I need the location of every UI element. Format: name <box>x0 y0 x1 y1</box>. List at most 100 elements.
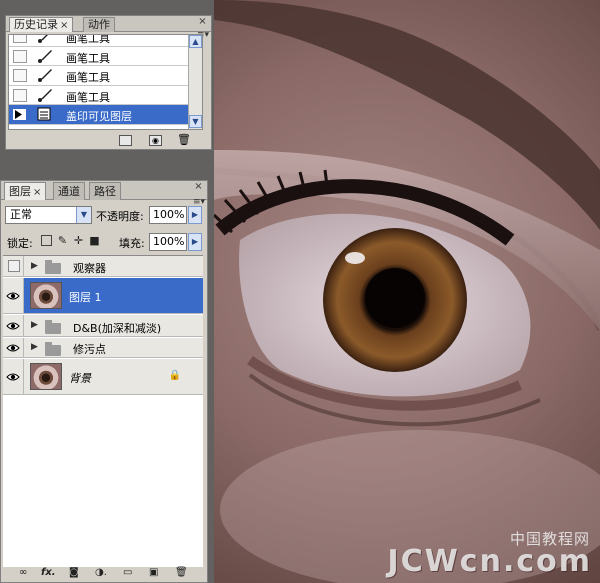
history-item-label: 盖印可见图层 <box>66 110 132 123</box>
history-footer: ◉ 🗑 <box>6 132 211 150</box>
layers-tabs: 图层 × 通道 路径 × <box>1 181 207 200</box>
visibility-toggle[interactable] <box>3 256 24 276</box>
snapshot-camera-icon[interactable]: ◉ <box>149 135 162 146</box>
layer-row-group[interactable]: ▶ 修污点 <box>3 338 203 358</box>
expand-triangle-icon[interactable]: ▶ <box>31 342 38 352</box>
history-item[interactable]: 画笔工具 <box>9 35 202 47</box>
layer-name: 观察器 <box>73 262 106 275</box>
blend-mode-value: 正常 <box>10 208 32 221</box>
folder-icon <box>45 320 61 334</box>
tab-channels[interactable]: 通道 <box>53 182 85 200</box>
visibility-off-icon <box>8 260 20 272</box>
layers-footer: ∞ fx. ◙ ◑. ▭ ▣ 🗑 <box>3 564 203 582</box>
lock-position-icon[interactable]: ✛ <box>73 235 84 246</box>
tab-channels-label: 通道 <box>58 185 80 198</box>
eye-icon <box>6 373 20 381</box>
folder-icon[interactable]: ▭ <box>123 567 132 579</box>
layer-row-group[interactable]: ▶ 观察器 <box>3 256 203 277</box>
lock-all-icon[interactable]: ■ <box>89 235 100 246</box>
history-snapshot-checkbox[interactable] <box>13 69 27 82</box>
eye-icon <box>6 344 20 352</box>
layer-row-selected[interactable]: 图层 1 <box>3 278 203 314</box>
folder-icon <box>45 342 61 356</box>
expand-triangle-icon[interactable]: ▶ <box>31 261 38 271</box>
opacity-input[interactable]: 100% ▶ <box>149 206 202 224</box>
history-scrollbar[interactable]: ▲ ▼ <box>188 35 202 129</box>
tab-paths[interactable]: 路径 <box>89 182 121 200</box>
history-snapshot-checkbox[interactable] <box>13 35 27 43</box>
history-item-label: 画笔工具 <box>66 51 110 65</box>
history-item-label: 画笔工具 <box>66 90 110 104</box>
visibility-toggle[interactable] <box>3 359 24 394</box>
chevron-down-icon: ▼ <box>76 207 91 223</box>
history-item-label: 画笔工具 <box>66 71 110 84</box>
brush-icon <box>37 49 55 65</box>
history-snapshot-checkbox[interactable] <box>13 88 27 102</box>
lock-icon: 🔒 <box>168 370 181 381</box>
layer-row-background[interactable]: 背景 🔒 <box>3 359 203 395</box>
tab-layers[interactable]: 图层 × <box>4 182 47 200</box>
watermark-cn: 中国教程网 <box>509 530 590 548</box>
brush-icon <box>37 35 55 45</box>
layer-name: 图层 1 <box>69 291 102 304</box>
tab-layers-label: 图层 <box>9 185 31 198</box>
layer-list-empty-area <box>3 396 203 567</box>
blend-mode-select[interactable]: 正常 ▼ <box>5 206 92 224</box>
scroll-down-icon[interactable]: ▼ <box>189 115 202 128</box>
trash-icon[interactable]: 🗑 <box>177 134 191 146</box>
history-item-selected[interactable]: 盖印可见图层 <box>9 105 202 125</box>
eye-icon <box>6 322 20 330</box>
opacity-value: 100% <box>153 208 185 221</box>
fill-input[interactable]: 100% ▶ <box>149 233 202 251</box>
panel-close-icon[interactable]: × <box>193 182 204 193</box>
opacity-slider-arrow-icon[interactable]: ▶ <box>188 206 202 224</box>
trash-icon[interactable]: 🗑 <box>175 567 188 579</box>
fx-icon[interactable]: fx. <box>41 567 56 579</box>
history-item[interactable]: 画笔工具 <box>9 66 202 86</box>
history-item[interactable]: 画笔工具 <box>9 47 202 66</box>
watermark-en: JCWcn.com <box>387 544 592 579</box>
history-tabs: 历史记录 × 动作 × <box>6 16 211 32</box>
folder-icon <box>45 260 61 274</box>
close-tab-icon[interactable]: × <box>33 187 41 198</box>
tab-history-label: 历史记录 <box>14 18 58 31</box>
layers-panel: 图层 × 通道 路径 × ≡▾ 正常 ▼ 不透明度: 100% ▶ 锁定: ✎ ✛… <box>0 180 208 583</box>
fill-slider-arrow-icon[interactable]: ▶ <box>188 233 202 251</box>
fill-value: 100% <box>153 235 185 248</box>
history-item[interactable]: 画笔工具 <box>9 86 202 105</box>
expand-triangle-icon[interactable]: ▶ <box>31 320 38 330</box>
visibility-toggle[interactable] <box>3 338 24 357</box>
history-state-marker-icon <box>13 108 27 121</box>
layer-thumbnail <box>30 282 62 309</box>
tab-history[interactable]: 历史记录 × <box>9 17 74 32</box>
eye-icon <box>6 292 20 300</box>
history-snapshot-checkbox[interactable] <box>13 49 27 63</box>
mask-icon[interactable]: ◙ <box>69 567 79 579</box>
close-tab-icon[interactable]: × <box>60 20 68 31</box>
layer-row-group[interactable]: ▶ D&B(加深和减淡) <box>3 315 203 337</box>
visibility-toggle[interactable] <box>3 278 24 313</box>
brush-icon <box>37 68 55 84</box>
fill-label: 填充: <box>119 237 145 250</box>
layer-thumbnail <box>30 363 62 390</box>
lock-image-pixels-icon[interactable]: ✎ <box>57 235 68 246</box>
tab-actions-label: 动作 <box>88 18 110 31</box>
layer-list: ▶ 观察器 图层 1 ▶ D&B(加深和减淡) ▶ 修污点 背景 🔒 <box>3 255 203 567</box>
panel-close-icon[interactable]: × <box>197 17 208 28</box>
link-icon[interactable]: ∞ <box>19 567 27 579</box>
brush-icon <box>37 88 55 104</box>
tab-actions[interactable]: 动作 <box>83 17 115 32</box>
layer-stamp-icon <box>37 107 55 123</box>
layer-name: D&B(加深和减淡) <box>73 322 162 335</box>
new-layer-icon[interactable]: ▣ <box>149 567 158 579</box>
lock-transparent-pixels-icon[interactable] <box>41 235 52 246</box>
adjustment-icon[interactable]: ◑. <box>95 567 107 579</box>
watermark: 中国教程网 JCWcn.com <box>387 530 592 579</box>
history-panel: 历史记录× 动作 × ≡▾ 画笔工具 画笔工具 画笔工具 <box>5 15 212 150</box>
visibility-toggle[interactable] <box>3 315 24 336</box>
new-document-icon[interactable] <box>119 135 132 146</box>
history-list: 画笔工具 画笔工具 画笔工具 画笔工具 盖印可见图层 ▲ ▼ <box>8 34 203 130</box>
scroll-up-icon[interactable]: ▲ <box>189 35 202 48</box>
layer-name: 背景 <box>69 372 91 385</box>
layer-name: 修污点 <box>73 343 106 356</box>
